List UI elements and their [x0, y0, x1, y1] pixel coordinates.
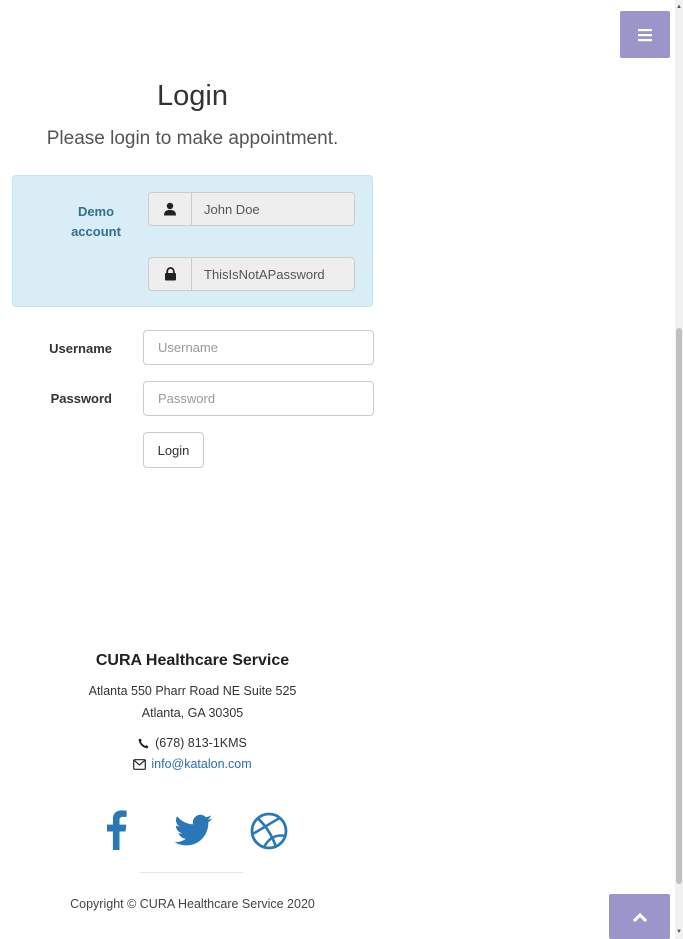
scroll-down-arrow[interactable]: ▼: [675, 925, 683, 939]
username-input[interactable]: [143, 330, 374, 365]
phone-number: (678) 813-1KMS: [155, 736, 247, 750]
social-links: [0, 804, 385, 854]
footer-address-line1: Atlanta 550 Pharr Road NE Suite 525: [88, 684, 297, 698]
back-to-top-button[interactable]: [609, 894, 670, 939]
demo-username-field: John Doe: [148, 192, 355, 226]
email-link[interactable]: info@katalon.com: [151, 757, 251, 771]
phone-icon: [138, 738, 149, 748]
password-label: Password: [50, 391, 112, 406]
page-subtitle: Please login to make appointment.: [46, 128, 339, 149]
twitter-icon[interactable]: [168, 804, 218, 854]
footer-phone: (678) 813-1KMS: [0, 736, 385, 750]
chevron-up-icon: [632, 912, 647, 922]
menu-toggle-button[interactable]: [620, 11, 670, 58]
scroll-up-arrow[interactable]: ▲: [675, 0, 683, 14]
password-input[interactable]: [143, 381, 374, 416]
demo-account-label: Demo account: [71, 204, 121, 239]
page-title: Login: [157, 80, 228, 112]
footer-email: info@katalon.com: [0, 757, 385, 771]
login-button[interactable]: Login: [143, 432, 204, 468]
page-scrollbar[interactable]: ▲ ▼: [675, 0, 683, 939]
demo-username-value: John Doe: [204, 201, 260, 217]
footer-divider: [140, 872, 243, 873]
facebook-icon[interactable]: [92, 804, 142, 854]
user-icon: [149, 193, 192, 225]
hamburger-icon: [638, 28, 652, 41]
envelope-icon: [133, 758, 147, 770]
page: Login Please login to make appointment. …: [0, 0, 675, 939]
dribbble-icon[interactable]: [244, 804, 294, 854]
footer-address-line2: Atlanta, GA 30305: [141, 706, 244, 720]
username-label: Username: [49, 341, 112, 356]
demo-password-field: ThisIsNotAPassword: [148, 257, 355, 291]
footer-title: CURA Healthcare Service: [95, 652, 290, 669]
copyright-text: Copyright © CURA Healthcare Service 2020: [70, 897, 315, 911]
demo-password-value: ThisIsNotAPassword: [204, 266, 325, 282]
lock-icon: [149, 258, 192, 290]
scroll-thumb[interactable]: [676, 328, 682, 884]
